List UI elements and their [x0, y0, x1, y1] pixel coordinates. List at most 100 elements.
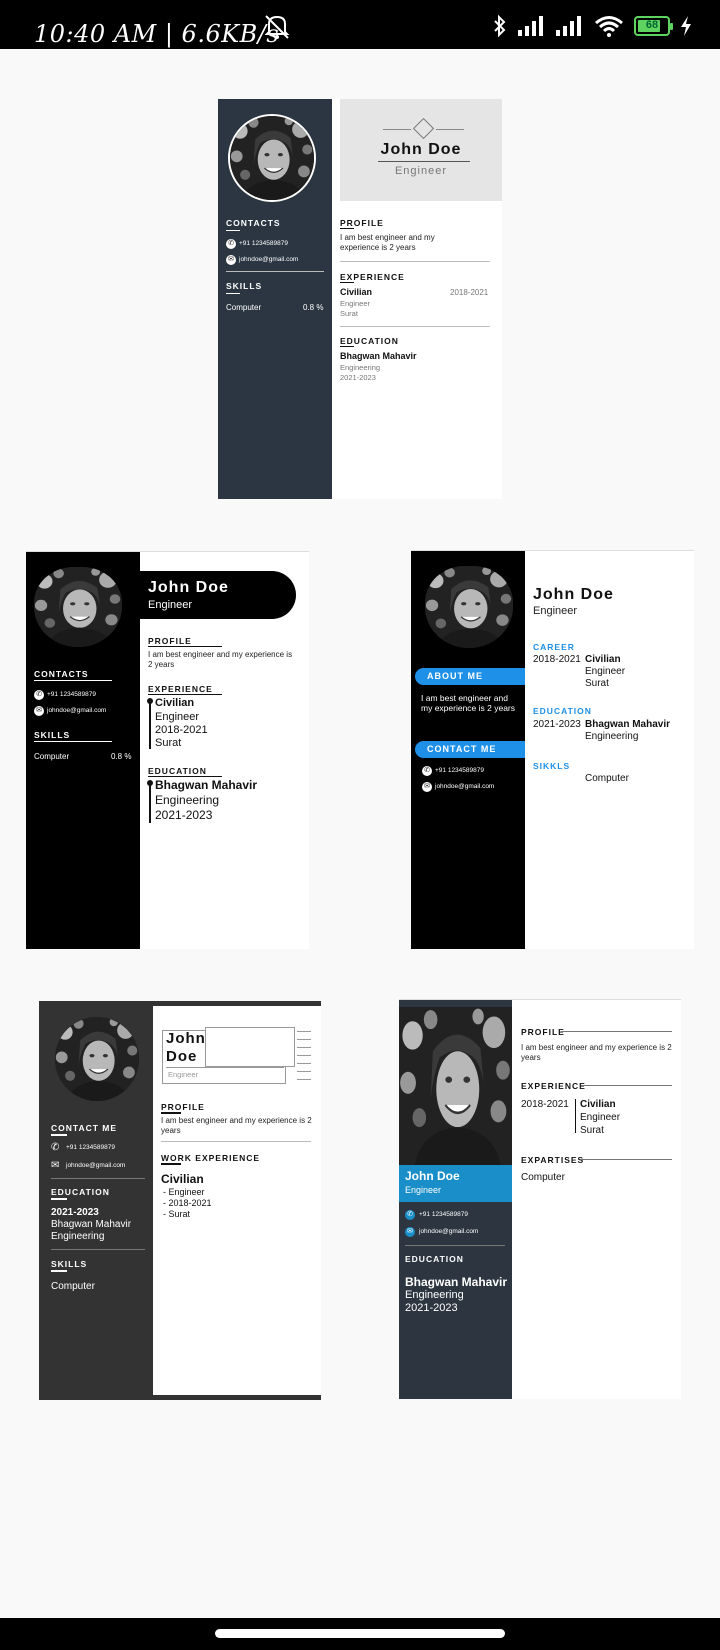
phone-icon: ✆ — [405, 1210, 415, 1220]
edu-field: Engineering — [340, 363, 381, 372]
last-name: Doe — [166, 1048, 198, 1065]
battery-level: 68 — [645, 19, 659, 31]
exp-city: Surat — [340, 309, 358, 318]
about-me-heading: ABOUT ME — [415, 668, 525, 685]
exp-role: Engineer — [585, 666, 626, 677]
wifi-icon — [594, 15, 624, 37]
education-heading: EDUCATION — [340, 336, 399, 346]
resume-template-5[interactable]: John Doe Engineer ✆ +91 1234589879 ✉ joh… — [399, 999, 681, 1399]
email-text: johndoe@gmail.com — [66, 1162, 126, 1169]
skills-heading: SIKKLS — [533, 761, 571, 771]
profile-heading: PROFILE — [521, 1027, 565, 1037]
charging-icon — [680, 16, 692, 36]
email-icon: ✉ — [34, 706, 44, 716]
mute-icon — [261, 12, 293, 45]
bluetooth-icon — [492, 14, 508, 38]
phone-icon: ✆ — [226, 239, 236, 249]
role-text: Engineer — [394, 165, 448, 177]
profile-heading: PROFILE — [148, 636, 192, 646]
skills-heading: SKILLS — [226, 281, 263, 291]
phone-icon: ✆ — [51, 1142, 60, 1153]
edu-years: 2021-2023 — [533, 719, 581, 730]
exp-company: Civilian — [340, 287, 373, 297]
role-text: Engineer — [148, 599, 193, 611]
edu-years: 2021-2023 — [51, 1207, 99, 1218]
email-text: johndoe@gmail.com — [419, 1228, 479, 1235]
role-text: Engineer — [168, 1070, 199, 1079]
edu-field: Engineering — [51, 1231, 105, 1242]
phone-text: +91 1234589879 — [66, 1144, 115, 1151]
exp-years: 2018-2021 — [450, 288, 489, 297]
skills-heading: SKILLS — [34, 730, 71, 740]
first-name: John — [166, 1030, 206, 1047]
exp-company: Civilian — [155, 697, 195, 709]
edu-years: 2021-2023 — [340, 373, 376, 382]
signal-icon — [518, 16, 546, 36]
email-text: johndoe@gmail.com — [435, 783, 495, 790]
expertises-heading: EXPARTISES — [521, 1155, 585, 1165]
email-icon: ✉ — [226, 255, 236, 265]
skills-heading: SKILLS — [51, 1259, 88, 1269]
exp-company: Civilian — [580, 1099, 616, 1110]
contact-me-heading: CONTACT ME — [415, 741, 525, 758]
status-time-speed: 10:40 AM | 6.6KB/s — [34, 20, 280, 48]
profile-photo — [228, 114, 316, 202]
resume-template-2[interactable]: CONTACTS ✆ +91 1234589879 ✉ johndoe@gmai… — [26, 551, 309, 949]
name-text: John Doe — [148, 579, 229, 596]
phone-icon: ✆ — [422, 766, 432, 776]
exp-company: Civilian — [161, 1172, 204, 1186]
email-icon: ✉ — [405, 1227, 415, 1237]
contacts-heading: CONTACTS — [34, 669, 89, 679]
home-indicator[interactable] — [215, 1629, 505, 1638]
role-text: Engineer — [533, 605, 578, 617]
education-heading: EDUCATION — [533, 706, 592, 716]
phone-text: +91 1234589879 — [419, 1211, 468, 1218]
battery-icon: 68 — [634, 16, 673, 36]
email-text: johndoe@gmail.com — [47, 707, 107, 714]
education-heading: EDUCATION — [405, 1254, 464, 1264]
email-icon: ✉ — [51, 1160, 60, 1171]
edu-years: 2021-2023 — [155, 808, 213, 822]
profile-photo — [425, 566, 513, 648]
edu-field: Engineering — [585, 731, 639, 742]
profile-photo — [34, 567, 122, 647]
edu-school: Bhagwan Mahavir — [585, 719, 671, 730]
profile-text: I am best engineer and my experience is … — [421, 693, 516, 713]
skill-name: Computer — [585, 773, 629, 784]
exp-company: Civilian — [585, 654, 621, 665]
navigation-bar — [0, 1618, 720, 1650]
edu-field: Engineering — [155, 793, 220, 807]
exp-city: Surat — [585, 678, 609, 689]
exp-years: 2018-2021 — [533, 654, 581, 665]
edu-school: Bhagwan Mahavir — [405, 1275, 508, 1289]
exp-city: - Surat — [163, 1209, 191, 1219]
skill-name: Computer — [521, 1172, 565, 1183]
status-bar: 10:40 AM | 6.6KB/s 68 — [0, 0, 720, 49]
profile-text: I am best engineer and my experience is … — [521, 1043, 672, 1062]
profile-photo — [55, 1017, 139, 1101]
edu-school: Bhagwan Mahavir — [155, 778, 258, 792]
edu-school: Bhagwan Mahavir — [340, 351, 417, 361]
signal-icon — [556, 16, 584, 36]
education-heading: EDUCATION — [148, 766, 207, 776]
resume-template-3[interactable]: ABOUT ME I am best engineer and my exper… — [411, 550, 694, 949]
name-text: John Doe — [380, 141, 462, 158]
exp-years: - 2018-2021 — [163, 1198, 212, 1208]
exp-years: 2018-2021 — [155, 724, 208, 736]
profile-text: I am best engineer and my experience is … — [340, 233, 435, 252]
career-heading: CAREER — [533, 642, 575, 652]
role-text: Engineer — [405, 1185, 442, 1195]
phone-text: +91 1234589879 — [47, 691, 96, 698]
profile-heading: PROFILE — [340, 218, 384, 228]
exp-role: Engineer — [580, 1112, 621, 1123]
edu-field: Engineering — [405, 1289, 464, 1301]
skill-name: Computer — [51, 1281, 95, 1292]
exp-city: Surat — [580, 1125, 604, 1136]
edu-school: Bhagwan Mahavir — [51, 1219, 132, 1230]
resume-template-1[interactable]: CONTACTS ✆ +91 1234589879 ✉ johndoe@gmai… — [218, 99, 502, 499]
phone-text: +91 1234589879 — [435, 767, 484, 774]
profile-text: I am best engineer and my experience is … — [148, 650, 293, 669]
experience-heading: EXPERIENCE — [340, 272, 405, 282]
skill-name: Computer — [226, 303, 262, 312]
resume-template-4[interactable]: CONTACT ME ✆ +91 1234589879 ✉ johndoe@gm… — [39, 1001, 321, 1400]
